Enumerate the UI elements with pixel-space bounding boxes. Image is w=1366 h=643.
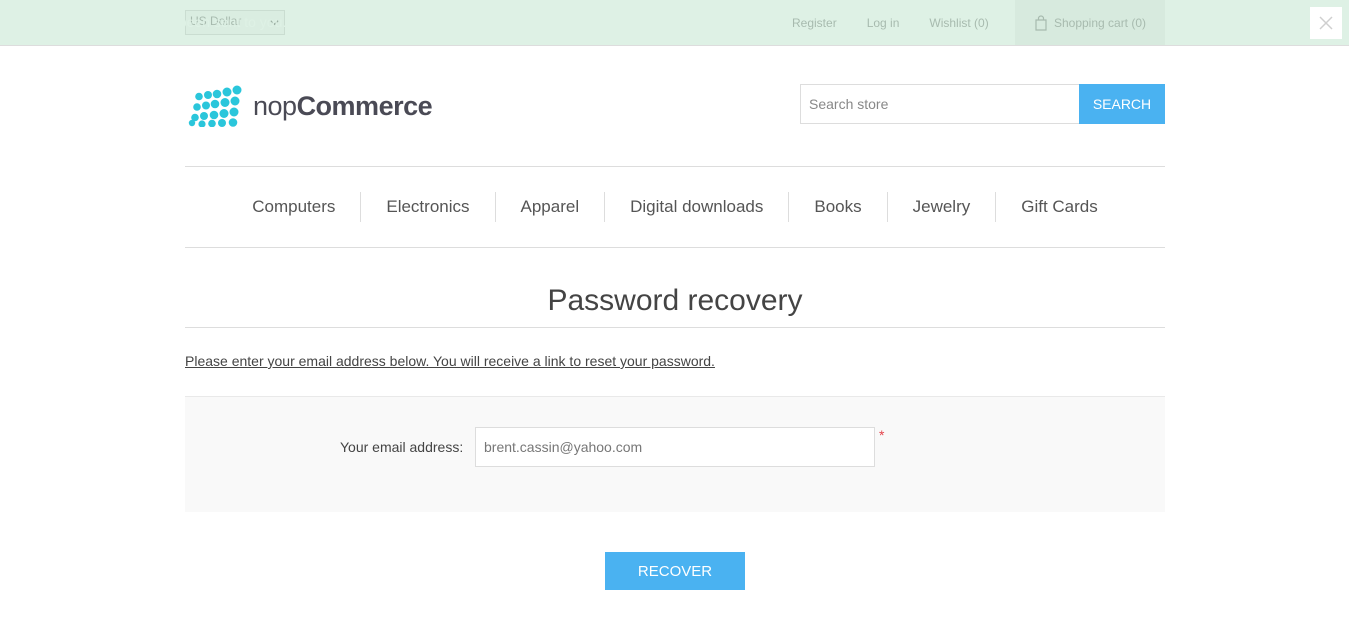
email-field[interactable] [475,427,875,467]
wishlist-link[interactable]: Wishlist (0) [914,16,1003,30]
shopping-bag-icon [1035,14,1047,31]
nopcommerce-logo-icon [188,85,242,127]
menu-item-jewelry[interactable]: Jewelry [888,192,997,222]
store-logo[interactable]: nopCommerce [187,85,433,127]
notification-close-button[interactable] [1310,7,1342,39]
recovery-form-panel: Your email address: * [185,396,1165,512]
menu-item-digital-downloads[interactable]: Digital downloads [605,192,790,222]
register-link[interactable]: Register [777,16,852,30]
login-link[interactable]: Log in [852,16,915,30]
menu-item-computers[interactable]: Computers [227,192,362,222]
close-icon [1319,16,1333,30]
email-label: Your email address: [340,439,464,455]
recover-button[interactable]: RECOVER [605,552,745,590]
menu-item-electronics[interactable]: Electronics [361,192,496,222]
logo-text: nopCommerce [253,90,433,122]
menu-item-apparel[interactable]: Apparel [496,192,606,222]
required-marker: * [879,427,885,443]
notification-message: Email with instructions has been sent to… [10,14,287,30]
menu-item-books[interactable]: Books [789,192,888,222]
shopping-cart-label: Shopping cart (0) [1053,15,1147,30]
header-links: Register Log in Wishlist (0) [777,0,1004,45]
shopping-cart-link[interactable]: Shopping cart (0) [1015,0,1165,45]
top-menu: Computers Electronics Apparel Digital do… [185,166,1165,248]
logo-text-light: nop [253,90,297,121]
search-button[interactable]: SEARCH [1079,84,1165,124]
instructions-text: Please enter your email address below. Y… [185,353,715,369]
search-input[interactable] [800,84,1080,124]
logo-text-bold: Commerce [296,90,433,121]
page-title: Password recovery [185,280,1165,328]
menu-item-gift-cards[interactable]: Gift Cards [996,192,1123,222]
